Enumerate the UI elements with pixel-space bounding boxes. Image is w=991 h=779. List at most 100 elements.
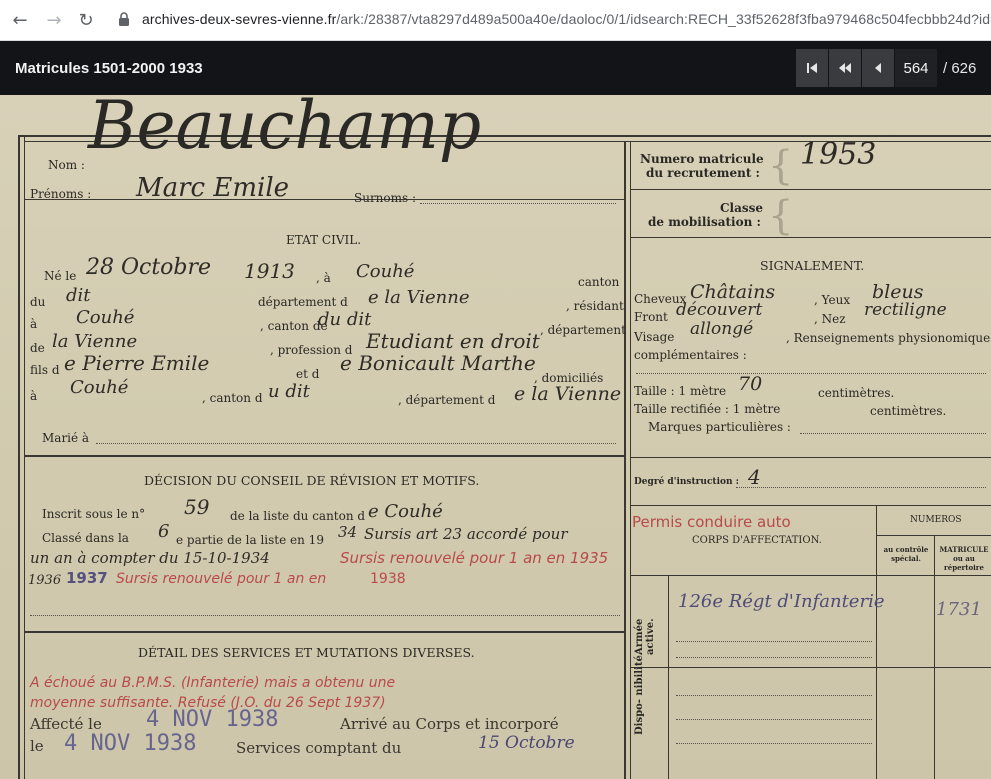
previous-page-icon[interactable] [862,49,894,87]
birth-place-handwritten: Couhé [356,261,415,282]
a-label: , à [316,271,331,285]
de-label: de [30,341,45,355]
url-host: archives-deux-sevres-vienne.fr [142,11,337,27]
services-heading: DÉTAIL DES SERVICES ET MUTATIONS DIVERSE… [138,645,475,660]
numeros-heading: NUMEROS [910,515,962,525]
reload-icon[interactable]: ↻ [74,8,98,32]
classe-mob-label-2: de mobilisation : [648,215,761,229]
left-border [18,135,20,779]
viewer-toolbar: Matricules 1501-2000 1933 564 / 626 [0,41,991,95]
lock-icon[interactable] [118,12,130,26]
departement3-handwritten: e la Vienne [514,383,622,405]
url-path: /ark:/28387/vta8297d489a500a40e/daoloc/0… [336,11,991,27]
page-navigator: 564 / 626 [796,49,976,87]
regiment-handwritten: 126e Régt d'Infanterie [678,591,885,612]
numeros-divider [876,505,877,779]
marques-line [800,433,986,434]
le-date-stamp: 4 NOV 1938 [64,731,197,756]
fils-label: fils d [30,363,60,377]
taille-rectifiee-label: Taille rectifiée : 1 mètre [634,402,781,416]
matricule-column-heading: MATRICULE ou au répertoire [939,545,989,572]
centimetres-label: centimètres. [818,386,895,400]
visage-handwritten: allongé [690,319,754,339]
surnoms-label: Surnoms : [354,191,417,205]
right-divider-2 [630,237,991,238]
du-label: du [30,295,46,309]
forward-arrow-icon[interactable]: → [42,8,66,32]
birth-date-handwritten: 28 Octobre [86,255,212,280]
red-services-line1: A échoué au B.P.M.S. (Infanterie) mais a… [30,675,396,691]
dispo-line-3 [676,743,872,744]
renouvele-1935-red: Sursis renouvelé pour 1 an en 1935 [340,549,609,567]
section-divider-1 [24,455,624,457]
nom-label: Nom : [48,158,85,172]
profession-handwritten: Etudiant en droit [366,329,540,353]
decision-heading: DÉCISION DU CONSEIL DE RÉVISION ET MOTIF… [144,473,480,488]
brace-1: { [768,143,794,189]
a3-label: à [30,389,38,403]
father-handwritten: e Pierre Emile [64,351,210,375]
armee-line-1 [676,641,872,642]
first-page-icon[interactable] [796,49,828,87]
domicile-handwritten: Couhé [70,377,129,398]
numero-matricule-label-2: du recrutement : [646,166,760,180]
prenoms-label: Prénoms : [30,187,92,201]
right-divider-3 [630,457,991,458]
degre-line [736,487,986,488]
numero-matricule-label-1: Numero matricule [640,152,764,166]
a2-label: à [30,317,38,331]
canton-du-handwritten: u dit [268,381,310,402]
departement2-label: , département [540,323,626,337]
taille-label: Taille : 1 mètre [634,384,727,398]
matricule-number-handwritten: 1731 [936,599,982,620]
au-controle-heading: au contrôle spécial. [883,545,929,563]
page-total: / 626 [943,59,977,77]
classe-part-handwritten: 6 [158,521,170,542]
browser-address-bar: ← → ↻ archives-deux-sevres-vienne.fr/ark… [0,0,991,41]
page-number-input[interactable]: 564 [895,49,937,87]
right-divider-1 [630,189,991,190]
numeros-subdivider [934,535,935,779]
nez-label: , Nez [814,312,846,326]
departement2-handwritten: la Vienne [52,331,138,352]
classe-mob-label-1: Classe [720,201,764,215]
complementaires-label: complémentaires : [634,348,747,362]
partie-label: e partie de la liste en 19 [176,533,324,547]
signalement-heading: SIGNALEMENT. [760,258,865,273]
departement-label: département d [258,295,348,309]
centimetres2-label: centimètres. [870,404,947,418]
ne-le-label: Né le [44,269,77,283]
rewind-icon[interactable] [829,49,861,87]
complementaires-line [636,373,986,374]
document-viewer[interactable]: Beauchamp Nom : Prénoms : Marc Emile Sur… [0,95,991,779]
marques-label: Marques particulières : [648,420,791,434]
degre-handwritten: 4 [748,465,761,489]
visage-label: Visage [634,330,675,344]
decision-line [30,615,620,616]
line3-prefix-handwritten: 1936 [28,573,62,588]
armee-divider [668,575,669,779]
sursis-line2-handwritten: un an à compter du 15-10-1934 [30,549,270,567]
renseignements-label: , Renseignements physionomiques [786,331,991,345]
corps-divider [630,575,991,576]
liste-canton-handwritten: e Couhé [368,501,443,522]
surnoms-line [420,203,616,204]
disponibilite-label: Dispo- nibilité. [634,651,645,735]
canton-du-label: , canton d [202,391,263,405]
resident-label: , résidant [566,299,624,313]
numeros-header-line [876,535,991,536]
dispo-divider [630,667,991,668]
year-1938-red: 1938 [370,571,406,587]
inscrit-number-handwritten: 59 [184,495,210,519]
document-title: Matricules 1501-2000 1933 [15,60,203,77]
section-divider-2 [24,631,624,633]
right-divider-4 [630,505,991,506]
url-text[interactable]: archives-deux-sevres-vienne.fr/ark:/2838… [142,11,991,27]
armee-active-label: Armée active. [634,618,656,655]
brace-2: { [768,193,794,239]
marie-line [96,443,616,444]
dit-handwritten: dit [66,285,91,306]
year-1937-stamp: 1937 [66,569,108,587]
canton-label: canton [578,275,620,289]
back-arrow-icon[interactable]: ← [8,8,32,32]
